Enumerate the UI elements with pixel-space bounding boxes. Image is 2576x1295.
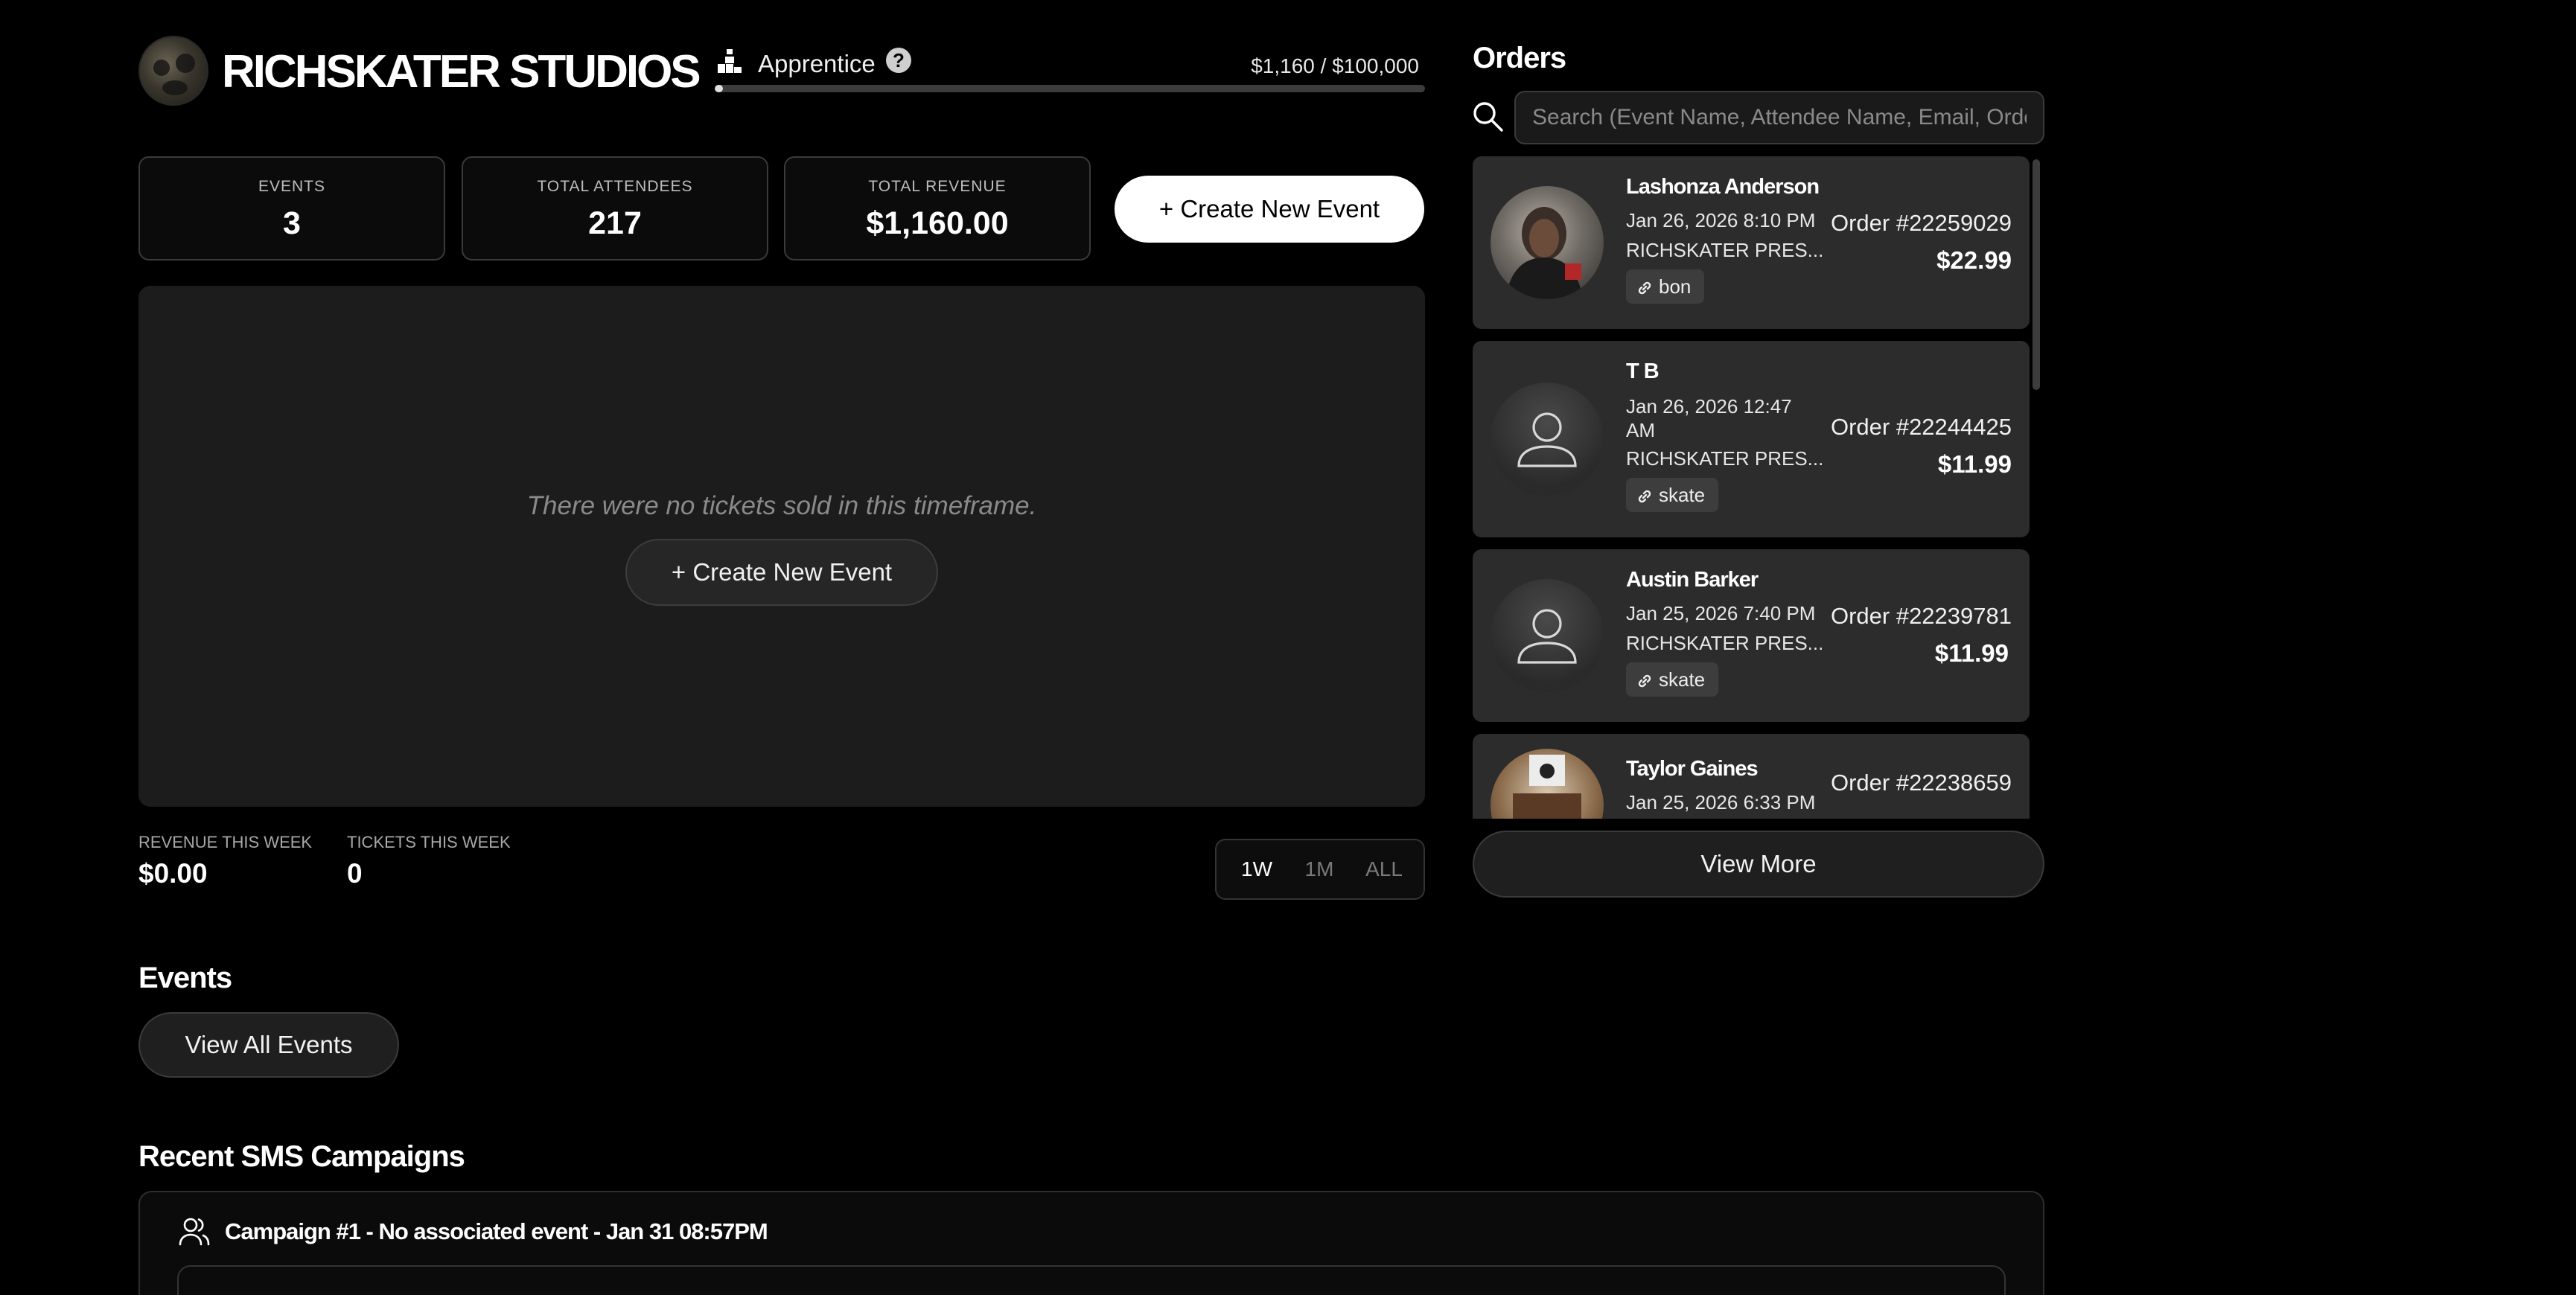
campaign-title: Campaign #1 - No associated event - Jan … (225, 1218, 768, 1244)
attendee-name: Taylor Gaines (1626, 757, 1759, 781)
order-event-name: RICHSKATER PRES... (1626, 632, 1824, 654)
order-event-name: RICHSKATER PRES... (1626, 447, 1824, 470)
events-stat-label: EVENTS (258, 178, 326, 195)
order-amount: $11.99 (1934, 639, 2009, 667)
orders-scrollbar[interactable] (2033, 159, 2040, 390)
order-number: Order #22238659 (1830, 770, 2012, 796)
range-1m-button[interactable]: 1M (1295, 840, 1343, 898)
tag-label: bon (1659, 275, 1692, 298)
range-1w-button[interactable]: 1W (1233, 840, 1281, 898)
order-date: Jan 26, 2026 12:47 AM (1626, 395, 1792, 441)
revenue-week-label: REVENUE THIS WEEK (138, 833, 313, 851)
attendee-name: Austin Barker (1626, 568, 1759, 592)
events-stat-card: EVENTS 3 (138, 156, 445, 260)
campaign-detail-box (177, 1265, 2006, 1295)
revenue-week-value: $0.00 (138, 858, 208, 889)
link-icon (1638, 674, 1651, 688)
attendee-avatar (1491, 579, 1604, 692)
order-card[interactable]: T B Jan 26, 2026 12:47 AM RICHSKATER PRE… (1473, 341, 2030, 537)
order-card[interactable]: Lashonza Anderson Jan 26, 2026 8:10 PM R… (1473, 156, 2030, 329)
attendees-stat-value: 217 (588, 205, 642, 241)
default-user-icon (1517, 412, 1577, 467)
attendee-photo-icon (1505, 207, 1583, 299)
tier-progress-bar (715, 85, 1425, 92)
studio-name: RICHSKATER STUDIOS (222, 46, 701, 97)
attendees-stat-label: TOTAL ATTENDEES (537, 178, 693, 195)
default-user-icon (1517, 609, 1577, 664)
revenue-stat-card: TOTAL REVENUE $1,160.00 (784, 156, 1091, 260)
search-icon (1473, 102, 1503, 132)
link-icon (1638, 490, 1651, 503)
order-number: Order #22239781 (1830, 603, 2012, 629)
orders-title: Orders (1473, 42, 1566, 74)
attendee-avatar (1491, 383, 1604, 496)
order-event-name: RICHSKATER PRES... (1626, 239, 1824, 261)
attendee-avatar (1491, 749, 1604, 819)
sms-section-title: Recent SMS Campaigns (138, 1140, 465, 1173)
tracking-link-tag[interactable]: skate (1626, 478, 1719, 512)
trophy-icon (718, 49, 742, 73)
orders-list: Lashonza Anderson Jan 26, 2026 8:10 PM R… (1473, 156, 2044, 819)
tier-progress-fill (715, 85, 724, 92)
attendee-name: T B (1626, 359, 1660, 383)
revenue-stat-value: $1,160.00 (866, 205, 1009, 241)
tickets-week-label: TICKETS THIS WEEK (347, 833, 511, 851)
range-all-button[interactable]: ALL (1355, 840, 1413, 898)
timeframe-selector: 1W 1M ALL (1215, 839, 1425, 900)
attendee-name: Lashonza Anderson (1626, 175, 1820, 199)
tag-label: skate (1659, 484, 1706, 506)
order-amount: $11.99 (1937, 450, 2012, 478)
order-date: Jan 26, 2026 8:10 PM (1626, 209, 1816, 231)
order-number: Order #22244425 (1830, 414, 2012, 440)
chart-create-event-button[interactable]: + Create New Event (625, 539, 938, 606)
tier-progress-text: $1,160 / $100,000 (1251, 54, 1419, 77)
create-event-button[interactable]: + Create New Event (1115, 176, 1424, 243)
users-icon (179, 1218, 210, 1246)
revenue-stat-label: TOTAL REVENUE (868, 178, 1007, 195)
order-number: Order #22259029 (1830, 210, 2012, 236)
order-card[interactable]: Taylor Gaines Jan 25, 2026 6:33 PM Order… (1473, 734, 2030, 819)
attendee-photo-icon (1513, 755, 1581, 819)
tier-label: Apprentice (758, 50, 876, 77)
order-date: Jan 25, 2026 7:40 PM (1626, 602, 1816, 624)
tickets-week-value: 0 (347, 858, 363, 889)
view-more-orders-button[interactable]: View More (1473, 831, 2044, 898)
tag-label: skate (1659, 668, 1706, 691)
order-card[interactable]: Austin Barker Jan 25, 2026 7:40 PM RICHS… (1473, 549, 2030, 722)
attendee-avatar (1491, 186, 1604, 299)
events-stat-value: 3 (283, 205, 301, 241)
view-all-events-button[interactable]: View All Events (138, 1012, 399, 1078)
order-amount: $22.99 (1936, 246, 2012, 274)
empty-chart-message: There were no tickets sold in this timef… (526, 491, 1037, 520)
orders-search-input[interactable] (1514, 91, 2044, 144)
tracking-link-tag[interactable]: bon (1626, 269, 1705, 304)
studio-avatar[interactable] (138, 36, 208, 106)
tracking-link-tag[interactable]: skate (1626, 662, 1719, 697)
events-section-title: Events (138, 962, 232, 994)
help-icon[interactable]: ? (886, 48, 911, 73)
attendees-stat-card: TOTAL ATTENDEES 217 (462, 156, 768, 260)
link-icon (1638, 281, 1651, 295)
order-date: Jan 25, 2026 6:33 PM (1626, 791, 1816, 813)
